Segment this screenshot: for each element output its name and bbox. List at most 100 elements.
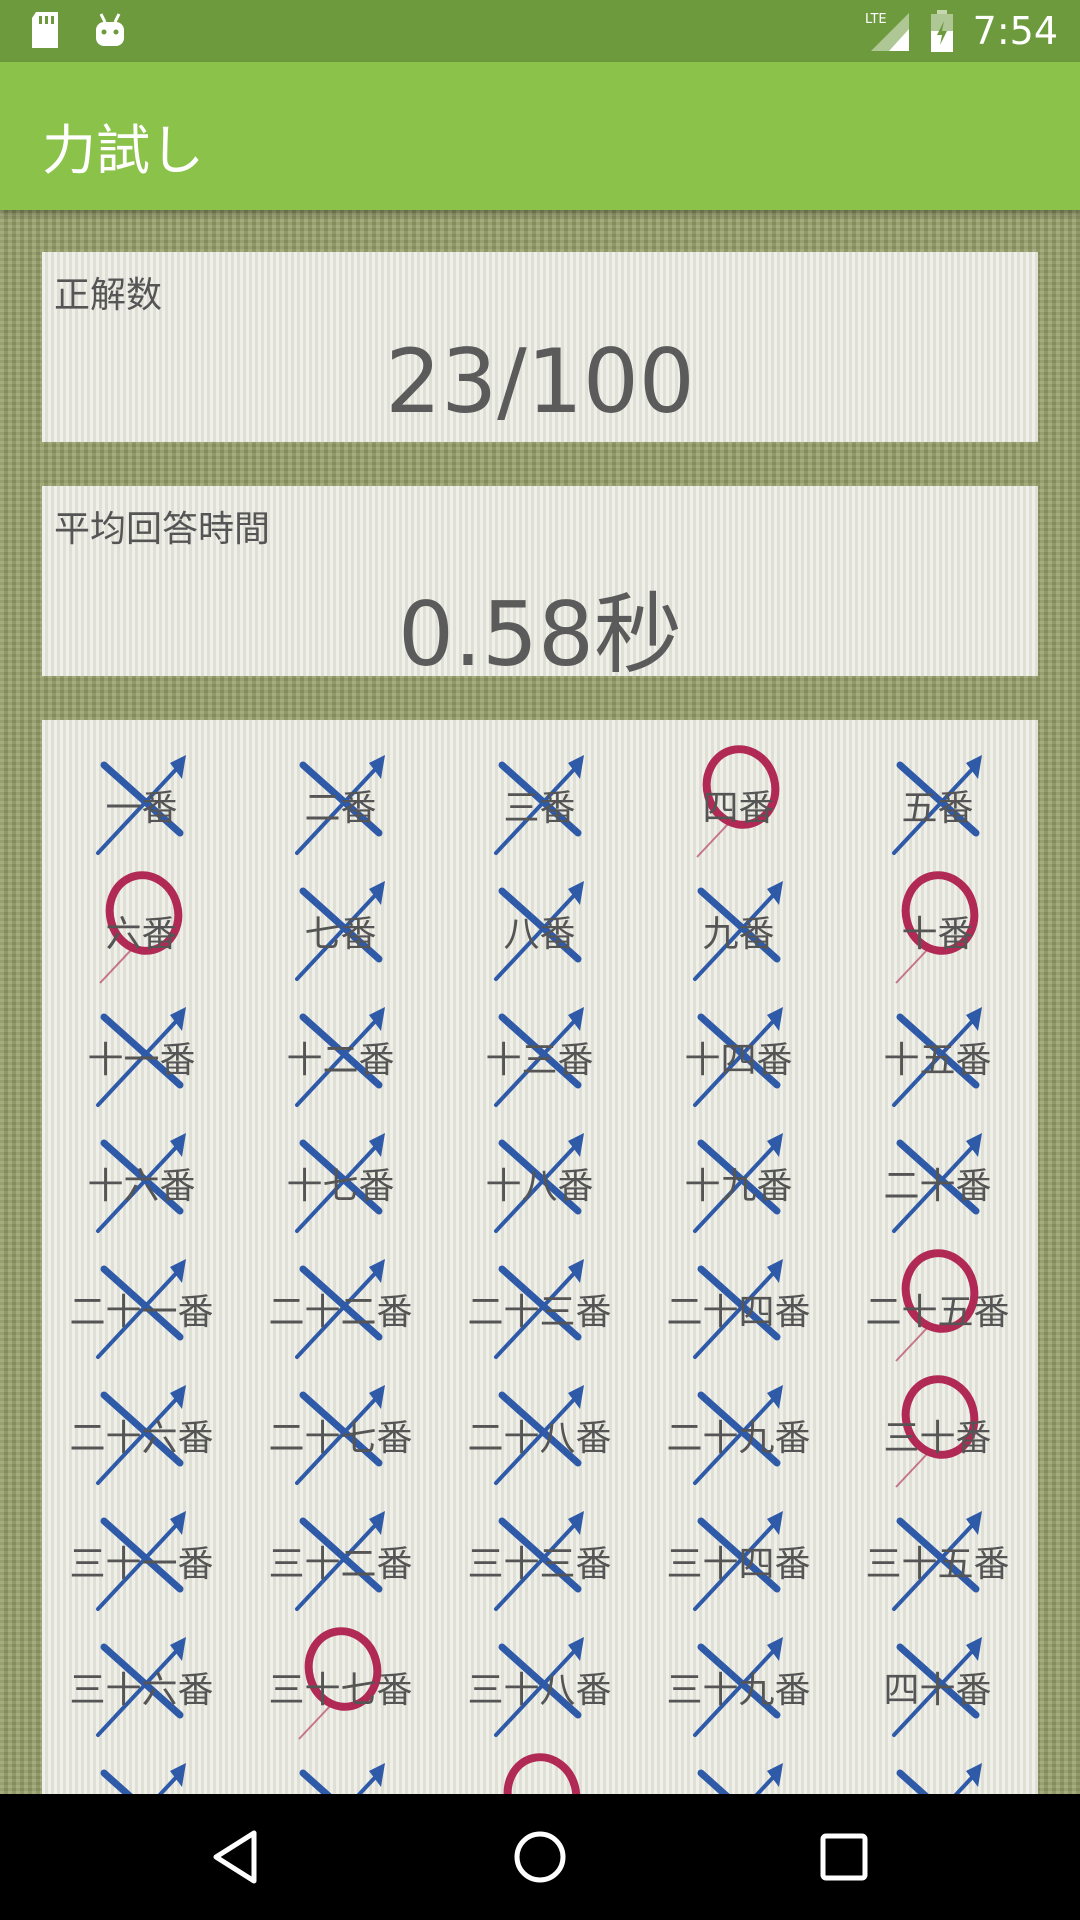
result-cell: 三十五番 xyxy=(838,1498,1037,1624)
app-bar: 力試し xyxy=(0,62,1080,210)
result-cell: 十四番 xyxy=(639,994,838,1120)
result-cell: 二十四番 xyxy=(639,1246,838,1372)
result-label: 二十番 xyxy=(883,1166,992,1207)
result-cell: 三十六番 xyxy=(42,1624,241,1750)
result-cell: 三十八番 xyxy=(440,1624,639,1750)
result-cell xyxy=(241,1750,440,1794)
result-cell: 二十八番 xyxy=(440,1372,639,1498)
result-label xyxy=(42,1750,241,1794)
result-label: 三十八番 xyxy=(467,1670,612,1711)
result-label: 三十四番 xyxy=(666,1544,811,1585)
results-grid: 一番 二番 三番 四番 五番六番 七番 八番 九番 十番十一番 十二番 十三番 十四番 十五番十六番 十七… xyxy=(42,742,1038,1794)
result-label: 九番 xyxy=(702,914,775,955)
result-label: 八番 xyxy=(503,914,576,955)
result-cell: 三十四番 xyxy=(639,1498,838,1624)
result-label: 三十五番 xyxy=(865,1544,1010,1585)
result-cell: 十九番 xyxy=(639,1120,838,1246)
result-cell: 二十九番 xyxy=(639,1372,838,1498)
result-cell: 二番 xyxy=(241,742,440,868)
result-cell: 十三番 xyxy=(440,994,639,1120)
navigation-bar xyxy=(0,1794,1080,1920)
result-cell xyxy=(440,1750,639,1794)
result-cell: 二十番 xyxy=(838,1120,1037,1246)
result-cell: 六番 xyxy=(42,868,241,994)
result-label: 二十六番 xyxy=(69,1418,214,1459)
result-label: 二番 xyxy=(304,788,377,829)
result-cell: 三十二番 xyxy=(241,1498,440,1624)
result-cell: 十二番 xyxy=(241,994,440,1120)
result-label: 三十六番 xyxy=(69,1670,214,1711)
result-cell: 十六番 xyxy=(42,1120,241,1246)
result-cell: 九番 xyxy=(639,868,838,994)
result-cell: 二十七番 xyxy=(241,1372,440,1498)
result-label: 三十九番 xyxy=(666,1670,811,1711)
average-time-value: 0.58秒 xyxy=(398,583,682,686)
correct-count-card: 正解数 23/100 xyxy=(42,252,1038,442)
battery-icon xyxy=(930,10,953,52)
result-label: 三番 xyxy=(503,788,576,829)
result-cell: 七番 xyxy=(241,868,440,994)
android-icon xyxy=(96,13,124,46)
result-label: 二十四番 xyxy=(666,1292,811,1333)
result-cell: 四番 xyxy=(639,742,838,868)
result-label: 十三番 xyxy=(485,1040,594,1081)
result-label: 三十七番 xyxy=(268,1670,413,1711)
result-label: 六番 xyxy=(105,914,178,955)
page-title: 力試し xyxy=(42,119,204,182)
results-card: 一番 二番 三番 四番 五番六番 七番 八番 九番 十番十一番 十二番 十三番 十四番 十五番十六番 十七… xyxy=(42,720,1038,1794)
status-bar: LTE 7:54 xyxy=(0,0,1080,62)
result-label: 二十八番 xyxy=(467,1418,612,1459)
result-label: 十一番 xyxy=(87,1040,196,1081)
result-label: 二十三番 xyxy=(467,1292,612,1333)
result-cell: 十番 xyxy=(838,868,1037,994)
result-cell: 三十一番 xyxy=(42,1498,241,1624)
result-cell: 二十五番 xyxy=(838,1246,1037,1372)
result-cell: 三十三番 xyxy=(440,1498,639,1624)
svg-text:LTE: LTE xyxy=(865,12,887,27)
average-time-label: 平均回答時間 xyxy=(54,509,271,550)
result-cell: 八番 xyxy=(440,868,639,994)
result-cell xyxy=(838,1750,1037,1794)
result-label xyxy=(838,1750,1037,1794)
result-cell: 一番 xyxy=(42,742,241,868)
result-label: 四番 xyxy=(702,788,775,829)
result-label: 二十九番 xyxy=(666,1418,811,1459)
result-label: 三十一番 xyxy=(69,1544,214,1585)
result-label: 十四番 xyxy=(684,1040,793,1081)
result-label: 五番 xyxy=(901,788,974,829)
correct-count-value: 23/100 xyxy=(385,330,695,433)
result-cell: 三十九番 xyxy=(639,1624,838,1750)
content-area[interactable]: 正解数 23/100 平均回答時間 0.58秒 一番 二番 三番 四番 五番六番 七番 八番… xyxy=(0,210,1080,1794)
result-label xyxy=(241,1750,440,1794)
back-icon[interactable] xyxy=(206,1827,266,1887)
result-label: 十九番 xyxy=(684,1166,793,1207)
result-label: 十二番 xyxy=(286,1040,395,1081)
result-label: 二十五番 xyxy=(865,1292,1010,1333)
result-label: 一番 xyxy=(105,788,178,829)
recents-icon[interactable] xyxy=(814,1827,874,1887)
result-label: 三十番 xyxy=(883,1418,992,1459)
result-cell xyxy=(42,1750,241,1794)
result-label xyxy=(440,1750,639,1794)
result-label: 十七番 xyxy=(286,1166,395,1207)
result-cell: 五番 xyxy=(838,742,1037,868)
result-cell: 十五番 xyxy=(838,994,1037,1120)
result-cell xyxy=(639,1750,838,1794)
result-cell: 四十番 xyxy=(838,1624,1037,1750)
result-cell: 二十一番 xyxy=(42,1246,241,1372)
result-label: 二十一番 xyxy=(69,1292,214,1333)
result-label: 十八番 xyxy=(485,1166,594,1207)
result-label: 十五番 xyxy=(883,1040,992,1081)
result-cell: 十七番 xyxy=(241,1120,440,1246)
home-icon[interactable] xyxy=(510,1827,570,1887)
result-cell: 三十番 xyxy=(838,1372,1037,1498)
status-time: 7:54 xyxy=(972,9,1058,53)
result-cell: 二十六番 xyxy=(42,1372,241,1498)
result-cell: 二十三番 xyxy=(440,1246,639,1372)
result-cell: 十一番 xyxy=(42,994,241,1120)
result-cell: 二十二番 xyxy=(241,1246,440,1372)
sd-card-icon xyxy=(32,12,58,48)
result-label xyxy=(639,1750,838,1794)
result-cell: 三十七番 xyxy=(241,1624,440,1750)
result-cell: 十八番 xyxy=(440,1120,639,1246)
